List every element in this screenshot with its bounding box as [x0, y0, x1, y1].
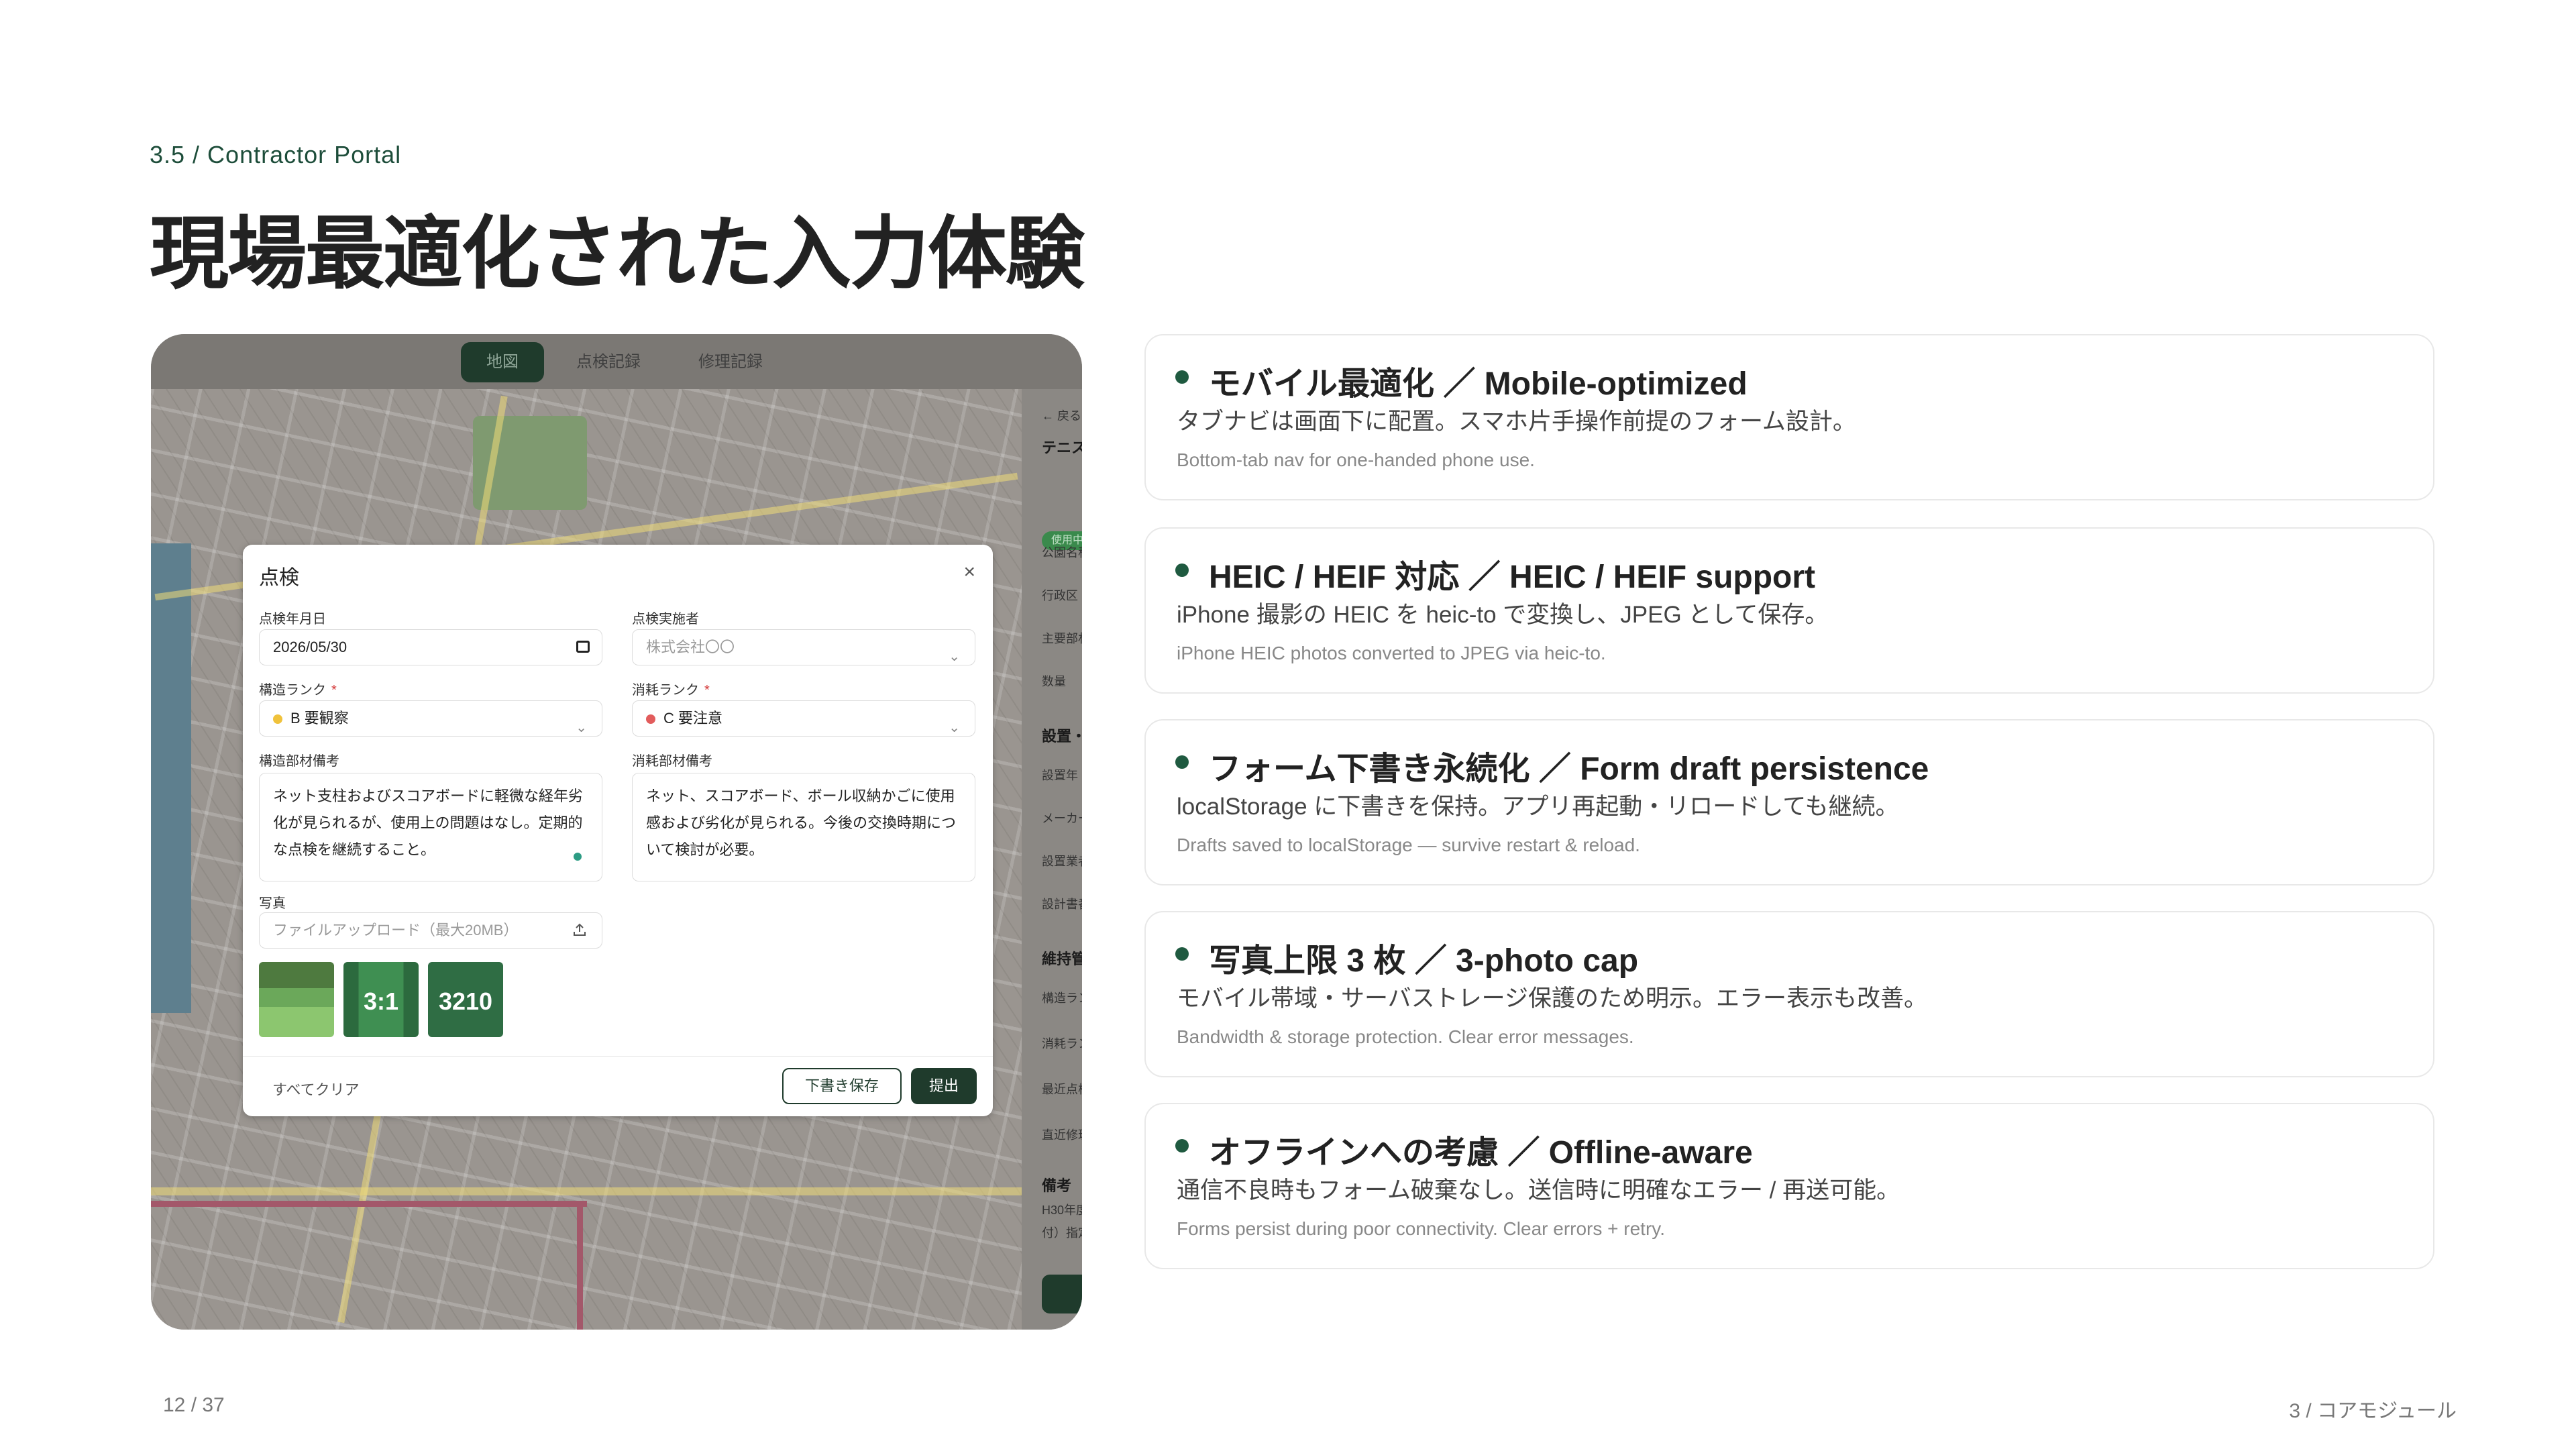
section-heading: 設置・施: [1042, 728, 1082, 745]
field-label: 最近点検日: [1042, 1083, 1082, 1096]
date-label: 点検年月日: [259, 612, 326, 627]
upload-icon[interactable]: [572, 922, 587, 937]
photo-thumbnail[interactable]: [259, 962, 334, 1037]
structure-rank-value: B 要観察: [290, 710, 349, 727]
date-field[interactable]: 2026/05/30: [259, 629, 602, 665]
feature-title: フォーム下書き永続化 ／ Form draft persistence: [1209, 751, 1929, 787]
field-label: 設置年: [1042, 769, 1078, 782]
feature-english: Bandwidth & storage protection. Clear er…: [1177, 1026, 1634, 1047]
field-label: 主要部材: [1042, 632, 1082, 645]
bullet-icon: [1175, 370, 1189, 384]
feature-description: 通信不良時もフォーム破棄なし。送信時に明確なエラー / 再送可能。: [1177, 1177, 1900, 1203]
note-line: 付）指定: [1042, 1226, 1082, 1240]
field-label: メーカー: [1042, 812, 1082, 825]
facility-title: テニス: [1042, 439, 1082, 456]
feature-description: モバイル帯域・サーバストレージ保護のため明示。エラー表示も改善。: [1177, 985, 1927, 1012]
feature-card: モバイル最適化 ／ Mobile-optimized タブナビは画面下に配置。ス…: [1144, 334, 2434, 500]
field-label: 設計書番: [1042, 898, 1082, 911]
feature-card: HEIC / HEIF 対応 ／ HEIC / HEIF support iPh…: [1144, 527, 2434, 694]
chevron-down-icon: ⌄: [949, 720, 960, 735]
section-footer: 3 / コアモジュール: [2289, 1400, 2457, 1422]
tab-map[interactable]: 地図: [461, 342, 544, 382]
date-value: 2026/05/30: [273, 639, 347, 655]
wear-rank-select[interactable]: C 要注意 ⌄: [632, 700, 975, 737]
bullet-icon: [1175, 947, 1189, 961]
tab-inspection-records[interactable]: 点検記録: [551, 342, 666, 382]
inspection-modal: 点検 × 点検年月日 2026/05/30 点検実施者 株式会社〇〇 ⌄ 構造ラ…: [243, 545, 993, 1116]
structure-rank-label: 構造ランク *: [259, 683, 337, 698]
inspector-select[interactable]: 株式会社〇〇 ⌄: [632, 629, 975, 665]
field-label: 数量: [1042, 675, 1066, 688]
modal-title: 点検: [259, 567, 299, 589]
structure-note-text: ネット支柱およびスコアボードに軽微な経年劣化が見られるが、使用上の問題はなし。定…: [273, 788, 584, 858]
section-heading: 備考: [1042, 1177, 1072, 1194]
feature-description: localStorage に下書きを保持。アプリ再起動・リロードしても継続。: [1177, 794, 1899, 820]
tab-repair-records[interactable]: 修理記録: [673, 342, 788, 382]
save-draft-button[interactable]: 下書き保存: [782, 1068, 902, 1104]
wear-rank-label: 消耗ランク *: [632, 683, 710, 698]
field-label: 構造ランク: [1042, 991, 1082, 1005]
chevron-down-icon: ⌄: [949, 649, 960, 664]
page-title: 現場最適化された入力体験: [150, 210, 1085, 299]
feature-card: オフラインへの考慮 ／ Offline-aware 通信不良時もフォーム破棄なし…: [1144, 1103, 2434, 1269]
calendar-icon[interactable]: [576, 641, 590, 653]
feature-title: オフラインへの考慮 ／ Offline-aware: [1209, 1135, 1753, 1171]
feature-card: フォーム下書き永続化 ／ Form draft persistence loca…: [1144, 719, 2434, 885]
structure-rank-select[interactable]: B 要観察 ⌄: [259, 700, 602, 737]
bullet-icon: [1175, 1139, 1189, 1152]
map-railway: [151, 1201, 587, 1207]
photo-thumbnail[interactable]: 3210: [428, 962, 503, 1037]
back-link[interactable]: ← 戻る: [1042, 407, 1081, 424]
section-eyebrow: 3.5 / Contractor Portal: [150, 141, 402, 168]
feature-description: iPhone 撮影の HEIC を heic-to で変換し、JPEG として保…: [1177, 602, 1829, 628]
field-label: 設置業者: [1042, 855, 1082, 868]
tab-group: 地図 点検記録 修理記録: [461, 342, 788, 382]
structure-note-textarea[interactable]: ネット支柱およびスコアボードに軽微な経年劣化が見られるが、使用上の問題はなし。定…: [259, 773, 602, 881]
note-line: H30年度: [1042, 1203, 1082, 1217]
chevron-down-icon: ⌄: [576, 720, 587, 735]
field-label: 消耗ランク: [1042, 1037, 1082, 1051]
map-river: [151, 543, 191, 1013]
app-screenshot: 地図 点検記録 修理記録 ← 戻る テニス 使用中 公園名称 行政区 主要部材 …: [151, 334, 1082, 1330]
bullet-icon: [1175, 564, 1189, 577]
wear-note-text: ネット、スコアボード、ボール収納かごに使用感および劣化が見られる。今後の交換時期…: [646, 788, 957, 858]
photo-thumbnail[interactable]: 3:1: [343, 962, 419, 1037]
feature-english: Drafts saved to localStorage — survive r…: [1177, 835, 1640, 855]
top-tab-bar: 地図 点検記録 修理記録: [151, 334, 1082, 389]
feature-card: 写真上限 3 枚 ／ 3-photo cap モバイル帯域・サーバストレージ保護…: [1144, 911, 2434, 1077]
page-number: 12 / 37: [163, 1394, 225, 1416]
bullet-icon: [1175, 755, 1189, 769]
photo-upload-field[interactable]: ファイルアップロード（最大20MB）: [259, 912, 602, 949]
inspector-value: 株式会社〇〇: [646, 639, 735, 655]
photo-label: 写真: [259, 896, 286, 911]
field-label: 直近修理日: [1042, 1128, 1082, 1142]
side-action-button[interactable]: [1042, 1275, 1082, 1313]
rank-color-dot: [273, 714, 282, 724]
feature-english: Forms persist during poor connectivity. …: [1177, 1218, 1665, 1239]
feature-english: Bottom-tab nav for one-handed phone use.: [1177, 449, 1535, 470]
field-label: 公園名称: [1042, 546, 1082, 559]
grammarly-dot-icon: [574, 853, 582, 861]
feature-description: タブナビは画面下に配置。スマホ片手操作前提のフォーム設計。: [1177, 409, 1856, 435]
feature-english: iPhone HEIC photos converted to JPEG via…: [1177, 643, 1606, 663]
map-railway: [577, 1201, 583, 1330]
feature-title: モバイル最適化 ／ Mobile-optimized: [1209, 366, 1748, 402]
map-road: [151, 1187, 1022, 1195]
close-icon[interactable]: ×: [963, 561, 975, 584]
wear-note-textarea[interactable]: ネット、スコアボード、ボール収納かごに使用感および劣化が見られる。今後の交換時期…: [632, 773, 975, 881]
feature-title: 写真上限 3 枚 ／ 3-photo cap: [1209, 943, 1639, 979]
wear-note-label: 消耗部材備考: [632, 754, 712, 769]
section-heading: 維持管理: [1042, 951, 1082, 967]
detail-side-panel: ← 戻る テニス 使用中 公園名称 行政区 主要部材 数量 設置・施 設置年 メ…: [1022, 389, 1082, 1330]
photo-placeholder: ファイルアップロード（最大20MB）: [273, 922, 519, 938]
inspector-label: 点検実施者: [632, 612, 699, 627]
rank-color-dot: [646, 714, 655, 724]
feature-title: HEIC / HEIF 対応 ／ HEIC / HEIF support: [1209, 559, 1816, 595]
field-label: 行政区: [1042, 589, 1078, 602]
modal-divider: [243, 1056, 993, 1057]
clear-all-button[interactable]: すべてクリア: [272, 1078, 360, 1099]
submit-button[interactable]: 提出: [911, 1068, 977, 1104]
wear-rank-value: C 要注意: [663, 710, 723, 727]
structure-note-label: 構造部材備考: [259, 754, 339, 769]
